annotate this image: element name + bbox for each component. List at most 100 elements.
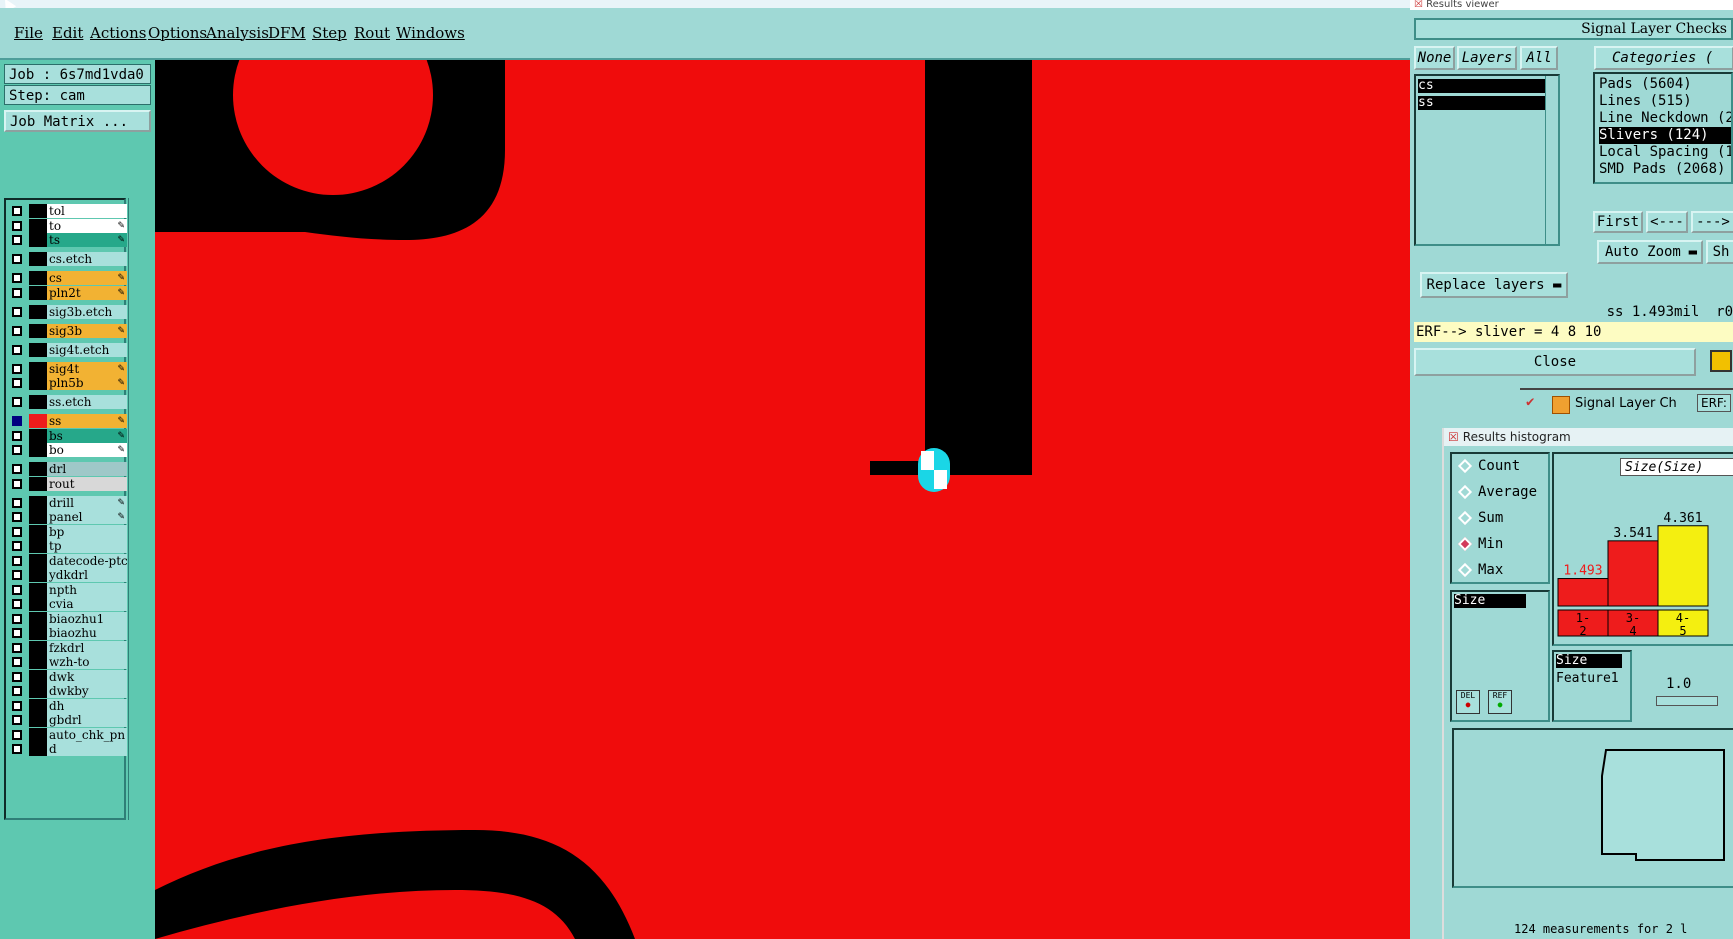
taskbar-item-signal-layer[interactable]: Signal Layer Ch <box>1575 396 1677 411</box>
radio-sum[interactable]: Sum <box>1457 508 1503 528</box>
layer-row-fzkdrl[interactable]: fzkdrl <box>9 640 127 655</box>
layer-checkbox[interactable] <box>12 555 22 566</box>
layer-checkbox[interactable] <box>12 729 22 740</box>
close-button[interactable]: Close <box>1414 348 1696 376</box>
auto-zoom-dropdown[interactable]: Auto Zoom ▬ <box>1597 240 1703 264</box>
layer-color-swatch[interactable] <box>29 395 47 409</box>
category-item-selected[interactable]: Slivers (124) <box>1599 127 1731 144</box>
histogram-bar[interactable] <box>1557 578 1609 607</box>
layer-item-cs[interactable]: cs <box>1418 79 1546 93</box>
layer-row-datecode-ptc[interactable]: datecode-ptc <box>9 553 127 568</box>
layer-checkbox[interactable] <box>12 464 22 474</box>
layer-row-d[interactable]: d <box>9 742 127 756</box>
layer-checkbox[interactable] <box>12 273 22 283</box>
radio-max[interactable]: Max <box>1457 560 1503 580</box>
layer-checkbox[interactable] <box>12 235 22 245</box>
layer-color-swatch[interactable] <box>29 626 47 640</box>
radio-min[interactable]: Min <box>1457 534 1503 554</box>
layer-row-ts[interactable]: ts ✎ <box>9 233 127 247</box>
menu-analysis[interactable]: Analysis <box>206 24 269 42</box>
window-close-icon[interactable]: ☒ <box>1414 0 1423 10</box>
layer-checkbox[interactable] <box>12 526 22 537</box>
layer-row-drl[interactable]: drl <box>9 462 127 476</box>
histogram-bar[interactable] <box>1607 540 1659 607</box>
layer-color-swatch[interactable] <box>29 443 47 457</box>
layer-color-swatch[interactable] <box>29 669 47 684</box>
layer-checkbox[interactable] <box>12 306 22 317</box>
graphic-canvas[interactable] <box>155 60 1410 939</box>
layer-checkbox[interactable] <box>12 657 22 667</box>
first-button[interactable]: First <box>1593 211 1643 233</box>
layer-color-swatch[interactable] <box>29 495 47 510</box>
layer-checkbox[interactable] <box>12 570 22 580</box>
layer-checkbox[interactable] <box>12 220 22 231</box>
attribute-item-size[interactable]: Size <box>1454 594 1526 608</box>
show-button[interactable]: Sh <box>1706 240 1733 264</box>
layer-checkbox[interactable] <box>12 206 22 216</box>
menu-windows[interactable]: Windows <box>396 24 465 42</box>
layer-list-scrollbar[interactable] <box>128 198 149 820</box>
category-item[interactable]: Local Spacing (1 <box>1599 144 1731 161</box>
layer-row-cs[interactable]: cs ✎ <box>9 271 127 285</box>
layer-row-to[interactable]: to ✎ <box>9 218 127 233</box>
layer-row-bp[interactable]: bp <box>9 524 127 539</box>
layer-checkbox[interactable] <box>12 599 22 609</box>
categories-listbox[interactable]: Pads (5604) Lines (515) Line Neckdown (2… <box>1593 72 1733 184</box>
layer-color-swatch[interactable] <box>29 727 47 742</box>
layer-color-swatch[interactable] <box>29 376 47 390</box>
layer-checkbox[interactable] <box>12 416 22 426</box>
categories-header[interactable]: Categories ( <box>1594 46 1733 70</box>
refresh-icon[interactable]: REF ● <box>1488 690 1512 714</box>
layer-color-swatch[interactable] <box>29 428 47 443</box>
layer-color-swatch[interactable] <box>29 698 47 713</box>
layer-color-swatch[interactable] <box>29 414 47 428</box>
layer-row-tol[interactable]: tol <box>9 204 127 218</box>
layer-color-swatch[interactable] <box>29 510 47 524</box>
layer-row-pln5b[interactable]: pln5b ✎ <box>9 376 127 390</box>
layer-item-ss[interactable]: ss <box>1418 96 1546 110</box>
menu-edit[interactable]: Edit <box>52 24 83 42</box>
layer-row-bs[interactable]: bs ✎ <box>9 428 127 443</box>
layer-color-swatch[interactable] <box>29 539 47 553</box>
layer-row-tp[interactable]: tp <box>9 539 127 553</box>
layer-row-auto_chk_pn[interactable]: auto_chk_pn <box>9 727 127 742</box>
layer-checkbox[interactable] <box>12 497 22 508</box>
layer-checkbox[interactable] <box>12 671 22 682</box>
layer-checkbox[interactable] <box>12 430 22 441</box>
layer-checkbox[interactable] <box>12 613 22 624</box>
layer-color-swatch[interactable] <box>29 304 47 319</box>
layers-listbox[interactable]: cs ss <box>1414 74 1560 246</box>
menu-actions[interactable]: Actions <box>90 24 146 42</box>
layer-color-swatch[interactable] <box>29 204 47 218</box>
layer-color-swatch[interactable] <box>29 611 47 626</box>
attribute-list-2[interactable]: Size Feature1 <box>1552 650 1632 722</box>
layer-color-swatch[interactable] <box>29 742 47 756</box>
histogram-bar[interactable] <box>1657 525 1709 607</box>
layer-color-swatch[interactable] <box>29 218 47 233</box>
layer-row-drill[interactable]: drill ✎ <box>9 495 127 510</box>
layer-color-swatch[interactable] <box>29 524 47 539</box>
layer-row-sig3b.etch[interactable]: sig3b.etch <box>9 304 127 319</box>
category-item[interactable]: Pads (5604) <box>1599 76 1692 93</box>
layer-color-swatch[interactable] <box>29 252 47 266</box>
job-matrix-button[interactable]: Job Matrix ... <box>4 110 151 132</box>
layers-button[interactable]: Layers <box>1457 46 1517 70</box>
layer-checkbox[interactable] <box>12 628 22 638</box>
layer-color-swatch[interactable] <box>29 597 47 611</box>
layer-row-dwk[interactable]: dwk <box>9 669 127 684</box>
layer-color-swatch[interactable] <box>29 271 47 285</box>
next-button[interactable]: ---> <box>1691 211 1733 233</box>
radio-average[interactable]: Average <box>1457 482 1537 502</box>
layer-row-biaozhu1[interactable]: biaozhu1 <box>9 611 127 626</box>
layer-checkbox[interactable] <box>12 700 22 711</box>
layer-color-swatch[interactable] <box>29 568 47 582</box>
layer-checkbox[interactable] <box>12 541 22 551</box>
layer-row-ss.etch[interactable]: ss.etch <box>9 395 127 409</box>
layer-color-swatch[interactable] <box>29 684 47 698</box>
layer-color-swatch[interactable] <box>29 476 47 491</box>
layer-checkbox[interactable] <box>12 325 22 336</box>
threshold-slider[interactable] <box>1656 696 1718 706</box>
category-item[interactable]: Line Neckdown (2 <box>1599 110 1731 127</box>
layer-color-swatch[interactable] <box>29 342 47 357</box>
none-button[interactable]: None <box>1414 46 1455 70</box>
